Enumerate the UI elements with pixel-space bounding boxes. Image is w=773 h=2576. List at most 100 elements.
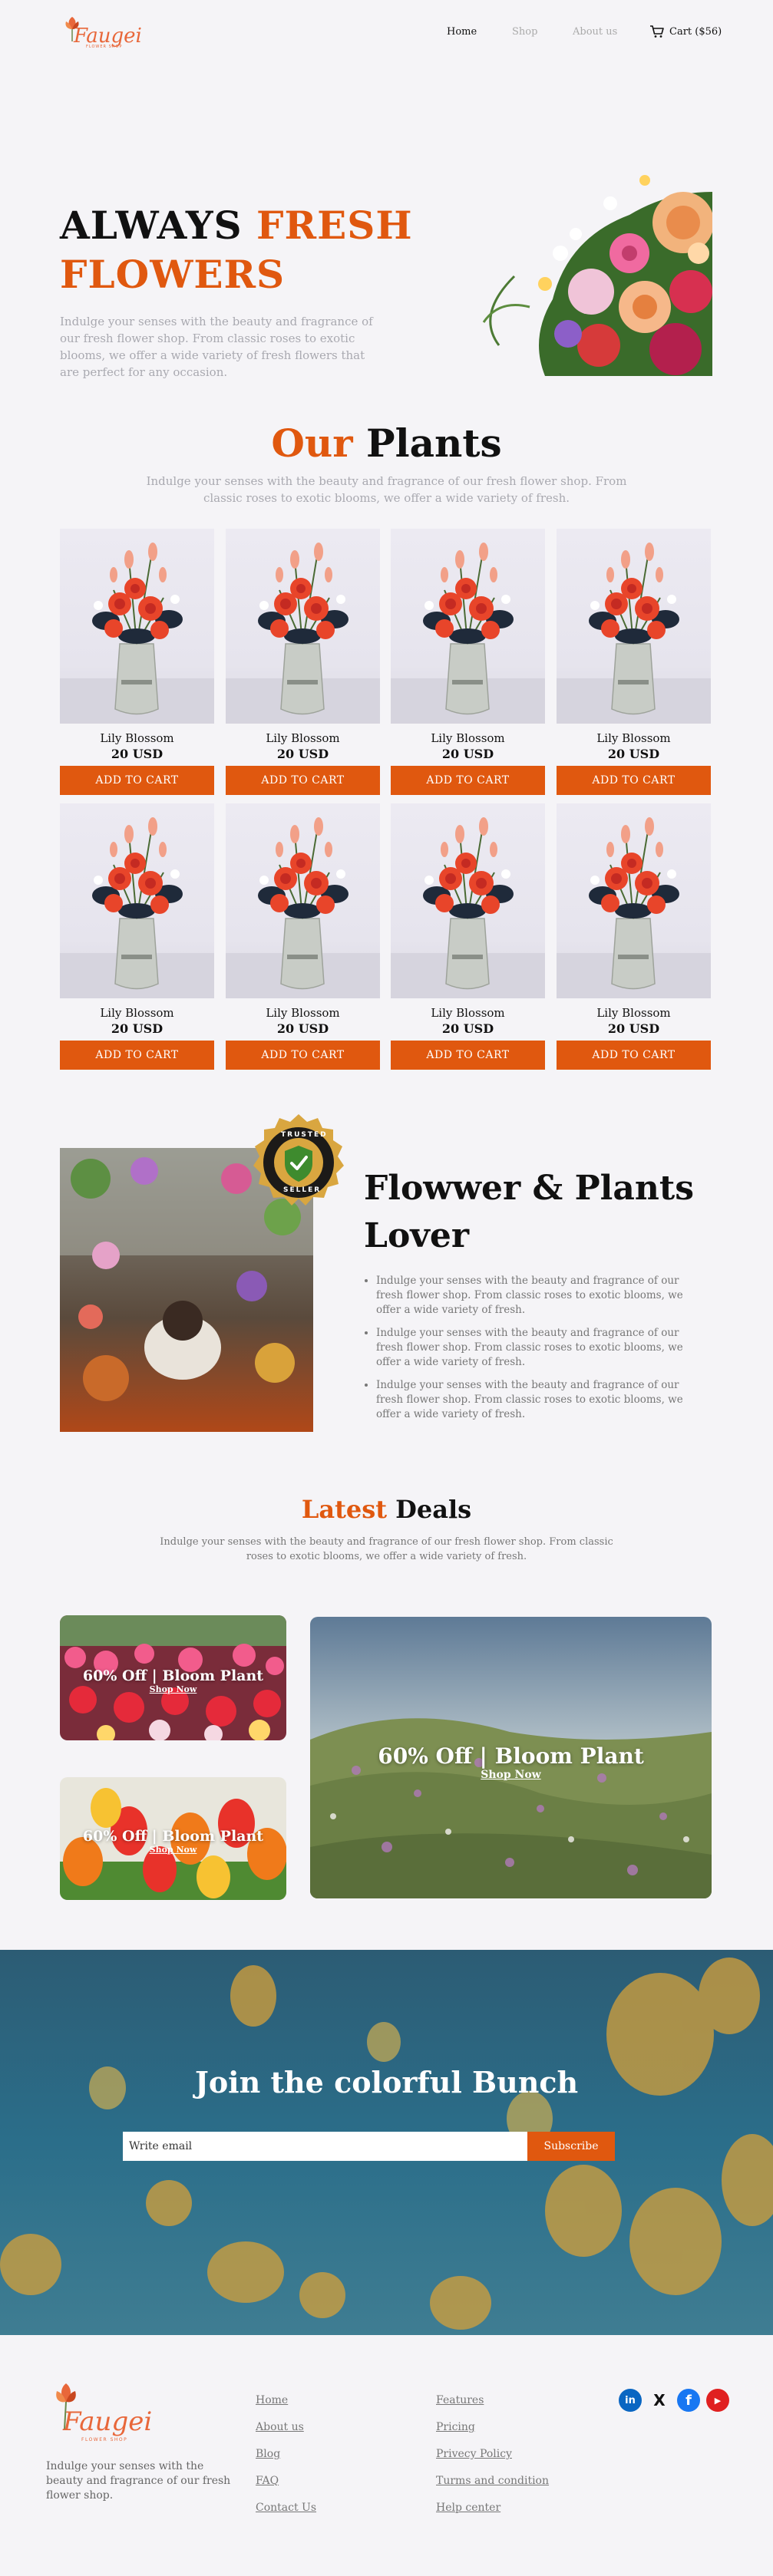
add-to-cart-button[interactable]: ADD TO CART <box>557 1041 711 1070</box>
hero-description: Indulge your senses with the beauty and … <box>60 315 373 379</box>
plants-title-rest: Plants <box>366 421 502 466</box>
lily-bouquet-image <box>557 817 711 998</box>
shop-now-link[interactable]: Shop Now <box>60 1845 286 1855</box>
top-nav: Faugei FLOWER SHOP Home Shop About us Ca… <box>0 0 773 65</box>
footer-link-help[interactable]: Help center <box>436 2502 549 2514</box>
footer-link-home[interactable]: Home <box>256 2394 316 2406</box>
x-icon[interactable]: X <box>648 2389 671 2412</box>
product-card[interactable]: Lily Blossom 20 USD ADD TO CART <box>557 803 711 1070</box>
product-card[interactable]: Lily Blossom 20 USD ADD TO CART <box>391 803 545 1070</box>
footer-link-features[interactable]: Features <box>436 2394 549 2406</box>
product-name: Lily Blossom <box>100 731 174 745</box>
product-name: Lily Blossom <box>266 731 340 745</box>
product-name: Lily Blossom <box>431 1006 505 1020</box>
youtube-icon[interactable]: ▶ <box>706 2389 729 2412</box>
product-card[interactable]: Lily Blossom 20 USD ADD TO CART <box>60 529 214 795</box>
plants-title: Our Plants <box>0 421 773 466</box>
plants-subtitle: Indulge your senses with the beauty and … <box>146 474 627 505</box>
subscribe-title: Join the colorful Bunch <box>194 2065 579 2099</box>
product-card[interactable]: Lily Blossom 20 USD ADD TO CART <box>226 529 380 795</box>
deal-card[interactable]: 60% Off | Bloom Plant Shop Now <box>60 1777 286 1900</box>
deal-title: 60% Off | Bloom Plant <box>82 1828 264 1845</box>
lover-title: Flowwer & Plants Lover <box>364 1165 702 1260</box>
product-image[interactable] <box>60 803 214 998</box>
product-image[interactable] <box>391 803 545 998</box>
deal-card-featured[interactable]: 60% Off | Bloom Plant Shop Now <box>310 1617 712 1898</box>
lover-point: Indulge your senses with the beauty and … <box>376 1378 683 1422</box>
product-image[interactable] <box>391 529 545 724</box>
product-card[interactable]: Lily Blossom 20 USD ADD TO CART <box>60 803 214 1070</box>
footer-link-privacy[interactable]: Privecy Policy <box>436 2448 549 2460</box>
nav-home[interactable]: Home <box>447 26 477 38</box>
product-name: Lily Blossom <box>100 1006 174 1020</box>
add-to-cart-button[interactable]: ADD TO CART <box>557 766 711 795</box>
product-image[interactable] <box>557 803 711 998</box>
lily-bouquet-image <box>391 543 545 724</box>
linkedin-icon[interactable]: in <box>619 2389 642 2412</box>
lover-point: Indulge your senses with the beauty and … <box>376 1274 683 1318</box>
subscribe-button[interactable]: Subscribe <box>527 2132 615 2161</box>
product-name: Lily Blossom <box>431 731 505 745</box>
product-card[interactable]: Lily Blossom 20 USD ADD TO CART <box>391 529 545 795</box>
footer-links-primary: Home About us Blog FAQ Contact Us <box>256 2394 316 2514</box>
footer-link-pricing[interactable]: Pricing <box>436 2421 549 2433</box>
brand-tagline: FLOWER SHOP <box>86 45 123 49</box>
product-name: Lily Blossom <box>596 731 671 745</box>
deal-card[interactable]: 60% Off | Bloom Plant Shop Now <box>60 1615 286 1740</box>
brand-name: Faugei <box>63 2406 153 2437</box>
product-card[interactable]: Lily Blossom 20 USD ADD TO CART <box>226 803 380 1070</box>
add-to-cart-button[interactable]: ADD TO CART <box>391 766 545 795</box>
lover-points: Indulge your senses with the beauty and … <box>376 1274 683 1430</box>
trusted-seller-seal-icon <box>253 1114 344 1206</box>
product-price: 20 USD <box>441 1021 494 1036</box>
nav-shop[interactable]: Shop <box>512 26 537 38</box>
lily-bouquet-image <box>60 817 214 998</box>
shop-now-link[interactable]: Shop Now <box>310 1769 712 1781</box>
add-to-cart-button[interactable]: ADD TO CART <box>226 766 380 795</box>
nav-about[interactable]: About us <box>573 26 617 38</box>
trusted-seller-badge: TRUSTED SELLER <box>249 1113 349 1212</box>
footer-link-faq[interactable]: FAQ <box>256 2475 316 2487</box>
footer-link-contact[interactable]: Contact Us <box>256 2502 316 2514</box>
cart-button[interactable]: Cart ($56) <box>649 25 722 38</box>
footer-link-terms[interactable]: Turms and condition <box>436 2475 549 2487</box>
deals-title: Latest Deals <box>0 1495 773 1524</box>
deal-title: 60% Off | Bloom Plant <box>82 1667 264 1684</box>
product-name: Lily Blossom <box>266 1006 340 1020</box>
hero-title: ALWAYS FRESH FLOWERS <box>60 201 459 299</box>
lover-point: Indulge your senses with the beauty and … <box>376 1326 683 1370</box>
footer-link-blog[interactable]: Blog <box>256 2448 316 2460</box>
footer-logo[interactable]: Faugei FLOWER SHOP <box>45 2379 152 2448</box>
product-image[interactable] <box>226 803 380 998</box>
product-name: Lily Blossom <box>596 1006 671 1020</box>
email-input[interactable] <box>123 2132 527 2161</box>
add-to-cart-button[interactable]: ADD TO CART <box>60 1041 214 1070</box>
product-card[interactable]: Lily Blossom 20 USD ADD TO CART <box>557 529 711 795</box>
lily-bouquet-image <box>557 543 711 724</box>
product-price: 20 USD <box>441 747 494 761</box>
social-links: in X f ▶ <box>619 2389 729 2412</box>
shop-now-link[interactable]: Shop Now <box>60 1684 286 1694</box>
add-to-cart-button[interactable]: ADD TO CART <box>60 766 214 795</box>
footer-description: Indulge your senses with the beauty and … <box>46 2460 231 2502</box>
brand-logo[interactable]: Faugei FLOWER SHOP <box>60 14 142 51</box>
footer-link-about[interactable]: About us <box>256 2421 316 2433</box>
hero-bouquet-image <box>453 161 714 376</box>
lover-title-line-1: Flowwer & Plants <box>364 1169 694 1208</box>
plants-title-accent: Our <box>271 421 353 466</box>
brand-tagline: FLOWER SHOP <box>81 2437 128 2442</box>
product-price: 20 USD <box>111 747 164 761</box>
product-image[interactable] <box>60 529 214 724</box>
add-to-cart-button[interactable]: ADD TO CART <box>391 1041 545 1070</box>
deals-subtitle: Indulge your senses with the beauty and … <box>160 1536 613 1562</box>
add-to-cart-button[interactable]: ADD TO CART <box>226 1041 380 1070</box>
lily-bouquet-image <box>226 543 380 724</box>
badge-top-text: TRUSTED <box>281 1131 328 1139</box>
product-image[interactable] <box>226 529 380 724</box>
lily-bouquet-image <box>391 817 545 998</box>
facebook-icon[interactable]: f <box>677 2389 700 2412</box>
lily-bouquet-image <box>60 543 214 724</box>
lover-title-line-2: Lover <box>364 1216 470 1255</box>
product-price: 20 USD <box>607 1021 660 1036</box>
product-image[interactable] <box>557 529 711 724</box>
